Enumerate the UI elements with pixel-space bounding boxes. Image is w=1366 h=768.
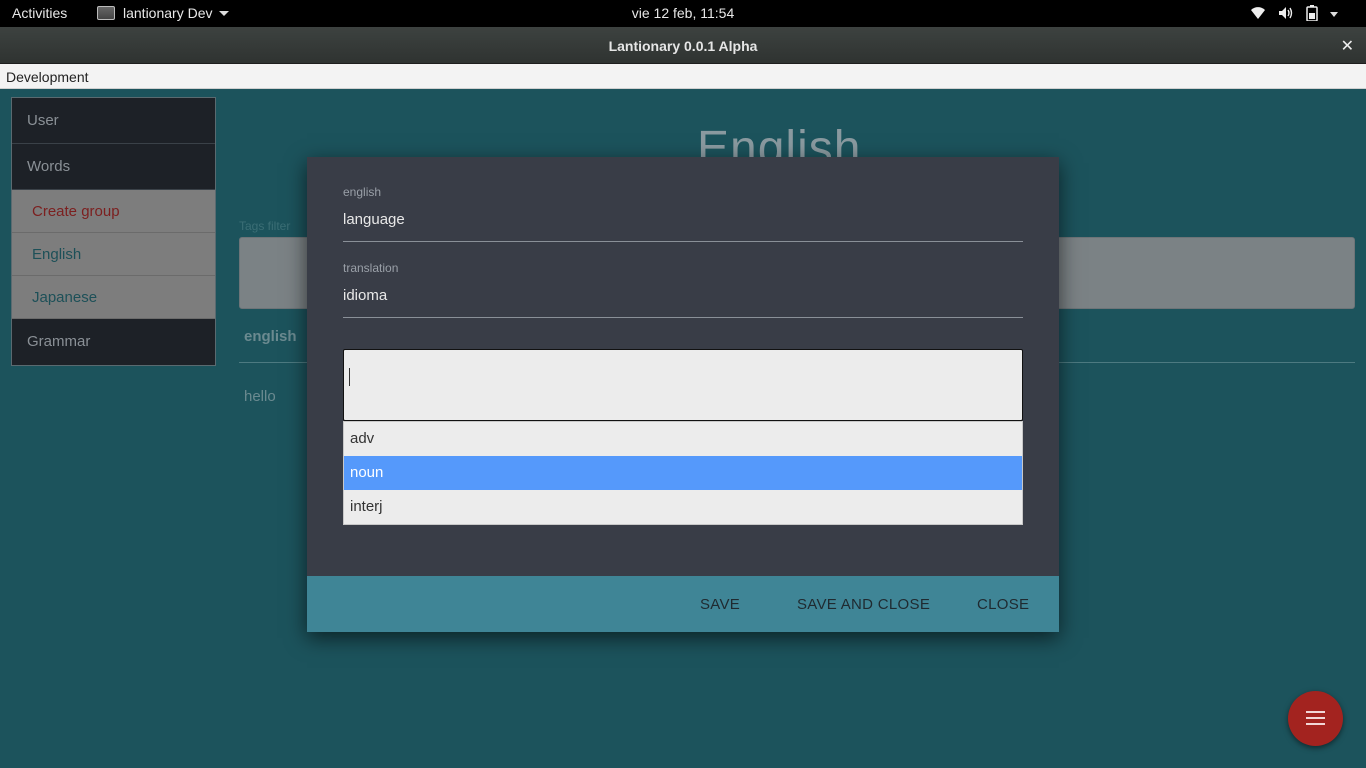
sidebar-item-user[interactable]: User	[12, 98, 215, 144]
battery-icon[interactable]	[1306, 5, 1318, 24]
tag-suggestions-dropdown: adv noun interj	[343, 421, 1023, 525]
system-top-bar: Activities lantionary Dev vie 12 feb, 11…	[0, 0, 1366, 27]
close-button[interactable]: CLOSE	[977, 596, 1029, 613]
column-header-english[interactable]: english	[244, 328, 297, 345]
save-and-close-button[interactable]: SAVE AND CLOSE	[797, 596, 930, 613]
tag-input[interactable]	[343, 349, 1023, 421]
window-title: Lantionary 0.0.1 Alpha	[608, 38, 758, 54]
sidebar: User Words Create group English Japanese…	[11, 97, 216, 366]
volume-icon[interactable]	[1278, 6, 1294, 23]
sidebar-item-grammar[interactable]: Grammar	[12, 319, 215, 365]
english-field-label: english	[343, 185, 382, 199]
menu-icon	[1306, 711, 1325, 725]
sidebar-item-english[interactable]: English	[12, 233, 215, 276]
menu-development[interactable]: Development	[6, 69, 89, 85]
english-field-underline	[343, 241, 1023, 242]
sidebar-item-create-group[interactable]: Create group	[12, 190, 215, 233]
system-menu-caret-icon[interactable]	[1330, 12, 1338, 17]
list-item[interactable]: hello	[244, 388, 276, 405]
sidebar-item-words[interactable]: Words	[12, 144, 215, 190]
english-field[interactable]: language	[343, 211, 405, 228]
system-tray[interactable]	[1250, 5, 1338, 24]
window-titlebar: Lantionary 0.0.1 Alpha ✕	[0, 27, 1366, 64]
dropdown-option-adv[interactable]: adv	[344, 422, 1022, 456]
translation-field-underline	[343, 317, 1023, 318]
text-cursor	[349, 368, 350, 386]
window-close-icon[interactable]: ✕	[1341, 36, 1354, 56]
dropdown-option-noun[interactable]: noun	[344, 456, 1022, 490]
wifi-icon[interactable]	[1250, 6, 1266, 23]
translation-field-label: translation	[343, 261, 399, 275]
translation-field[interactable]: idioma	[343, 287, 387, 304]
sidebar-item-japanese[interactable]: Japanese	[12, 276, 215, 319]
fab-menu-button[interactable]	[1288, 691, 1343, 746]
clock[interactable]: vie 12 feb, 11:54	[0, 5, 1366, 21]
dialog-footer: SAVE SAVE AND CLOSE CLOSE	[307, 576, 1059, 632]
dropdown-option-interj[interactable]: interj	[344, 490, 1022, 524]
edit-word-dialog: english language translation idioma adv …	[307, 157, 1059, 632]
menubar: Development	[0, 64, 1366, 89]
tags-filter-label: Tags filter	[239, 219, 291, 233]
save-button[interactable]: SAVE	[700, 596, 740, 613]
